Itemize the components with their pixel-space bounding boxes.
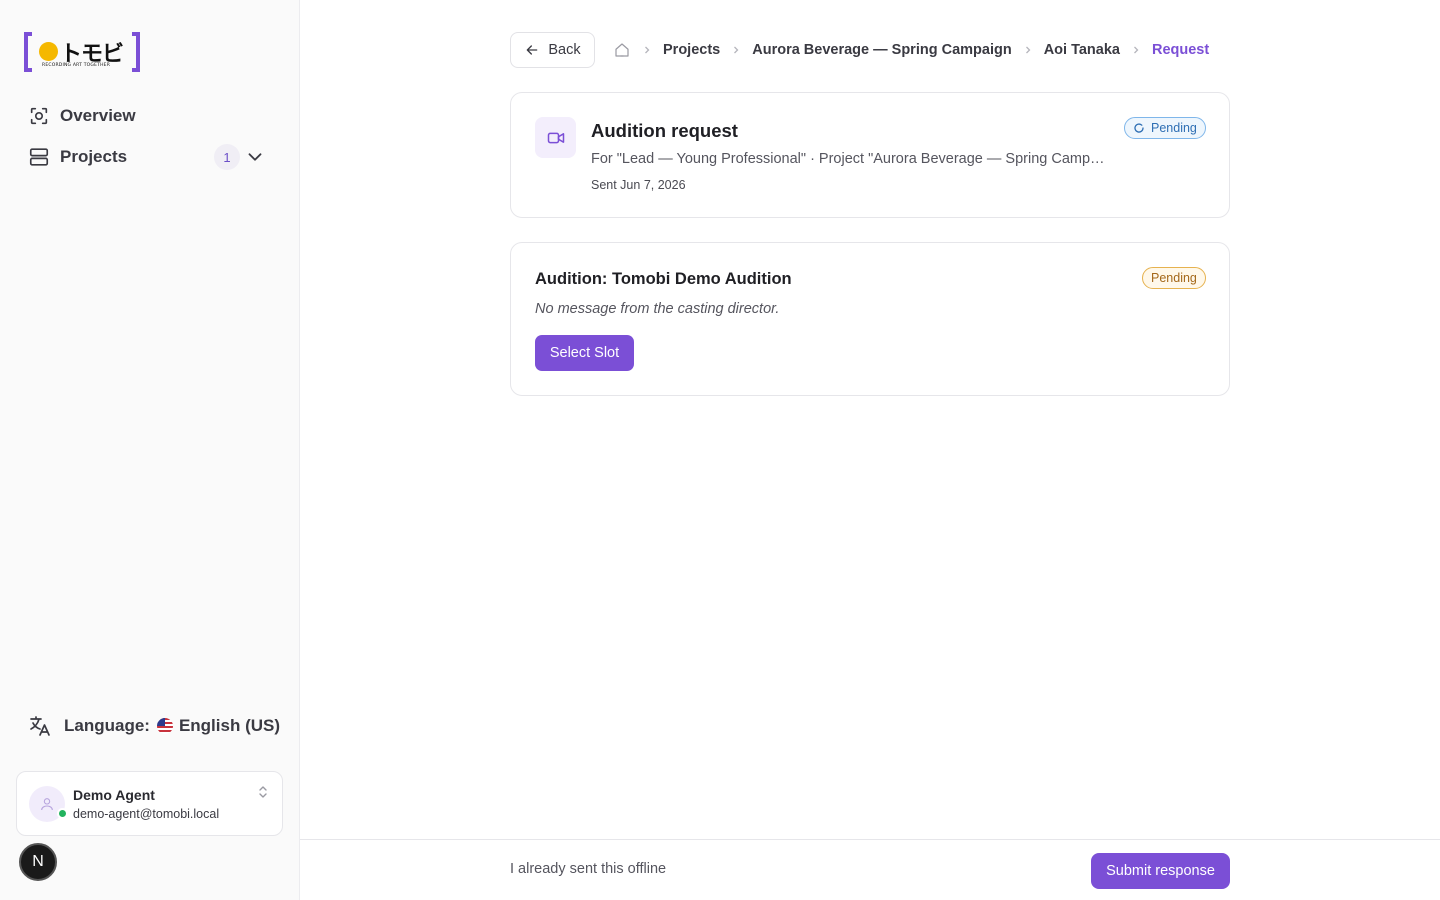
status-badge: Pending	[1142, 267, 1206, 289]
logo-mark: トモビ RECORDING ART TOGETHER	[32, 32, 132, 72]
breadcrumb-current: Request	[1151, 42, 1210, 58]
chevron-right-icon	[645, 46, 650, 54]
back-label: Back	[548, 42, 581, 58]
video-camera-icon	[547, 132, 564, 143]
request-card: Audition request For "Lead — Young Profe…	[510, 92, 1230, 218]
dev-tools-button[interactable]: N	[19, 843, 57, 881]
us-flag-icon	[156, 718, 173, 734]
sent-offline-link[interactable]: I already sent this offline	[510, 861, 666, 877]
user-icon	[41, 798, 53, 811]
request-sent-date: Sent Jun 7, 2026	[591, 178, 686, 192]
status-badge: Pending	[1124, 117, 1206, 139]
submit-response-button[interactable]: Submit response	[1091, 853, 1230, 889]
request-title: Audition request	[591, 120, 738, 141]
request-subtitle: For "Lead — Young Professional" · Projec…	[591, 151, 1111, 167]
sidebar: トモビ RECORDING ART TOGETHER Overview Proj…	[0, 0, 300, 900]
action-footer: I already sent this offline Submit respo…	[300, 839, 1440, 900]
select-slot-button[interactable]: Select Slot	[535, 335, 634, 371]
breadcrumb-projects[interactable]: Projects	[663, 42, 720, 58]
chevron-right-icon	[734, 46, 739, 54]
language-selector[interactable]: Language: English (US)	[28, 714, 280, 738]
status-badge-label: Pending	[1151, 271, 1197, 285]
chevron-down-icon[interactable]	[244, 146, 266, 168]
request-type-icon-box	[535, 117, 576, 158]
online-status-dot	[57, 808, 68, 819]
language-value: English (US)	[178, 716, 281, 735]
projects-icon	[29, 148, 49, 166]
logo-tagline: RECORDING ART TOGETHER	[42, 63, 111, 68]
sidebar-item-projects[interactable]: Projects 1	[28, 143, 268, 171]
spinner-icon	[1134, 123, 1144, 133]
logo-bracket-right	[132, 32, 140, 72]
brand-logo[interactable]: トモビ RECORDING ART TOGETHER	[24, 32, 140, 72]
sidebar-item-label: Overview	[60, 106, 136, 125]
breadcrumb: Projects Aurora Beverage — Spring Campai…	[613, 41, 1209, 59]
sidebar-item-overview[interactable]: Overview	[28, 102, 136, 130]
arrow-left-icon	[527, 45, 538, 55]
audition-title: Audition: Tomobi Demo Audition	[535, 270, 792, 288]
user-email: demo-agent@tomobi.local	[73, 807, 220, 821]
status-badge-label: Pending	[1151, 121, 1197, 135]
logo-dot	[39, 42, 58, 61]
back-button[interactable]: Back	[510, 32, 595, 68]
user-name: Demo Agent	[73, 787, 155, 803]
language-label: Language:	[64, 716, 150, 735]
breadcrumb-project[interactable]: Aurora Beverage — Spring Campaign	[752, 42, 1011, 58]
chevron-right-icon	[1025, 46, 1031, 54]
chevrons-up-down-icon[interactable]	[257, 784, 269, 800]
user-menu[interactable]: Demo Agent demo-agent@tomobi.local	[16, 771, 283, 836]
projects-count-badge: 1	[214, 144, 240, 170]
breadcrumb-talent[interactable]: Aoi Tanaka	[1044, 42, 1120, 58]
home-icon[interactable]	[613, 41, 631, 59]
translate-icon	[30, 716, 50, 736]
audition-card: Audition: Tomobi Demo Audition No messag…	[510, 242, 1230, 396]
sidebar-item-label: Projects	[60, 147, 128, 166]
topbar: Back Projects Aurora Beverage — Spring C…	[510, 32, 1209, 68]
casting-director-message: No message from the casting director.	[535, 301, 780, 317]
scan-icon	[30, 107, 48, 125]
logo-bracket-left	[24, 32, 32, 72]
chevron-right-icon	[1134, 46, 1139, 54]
